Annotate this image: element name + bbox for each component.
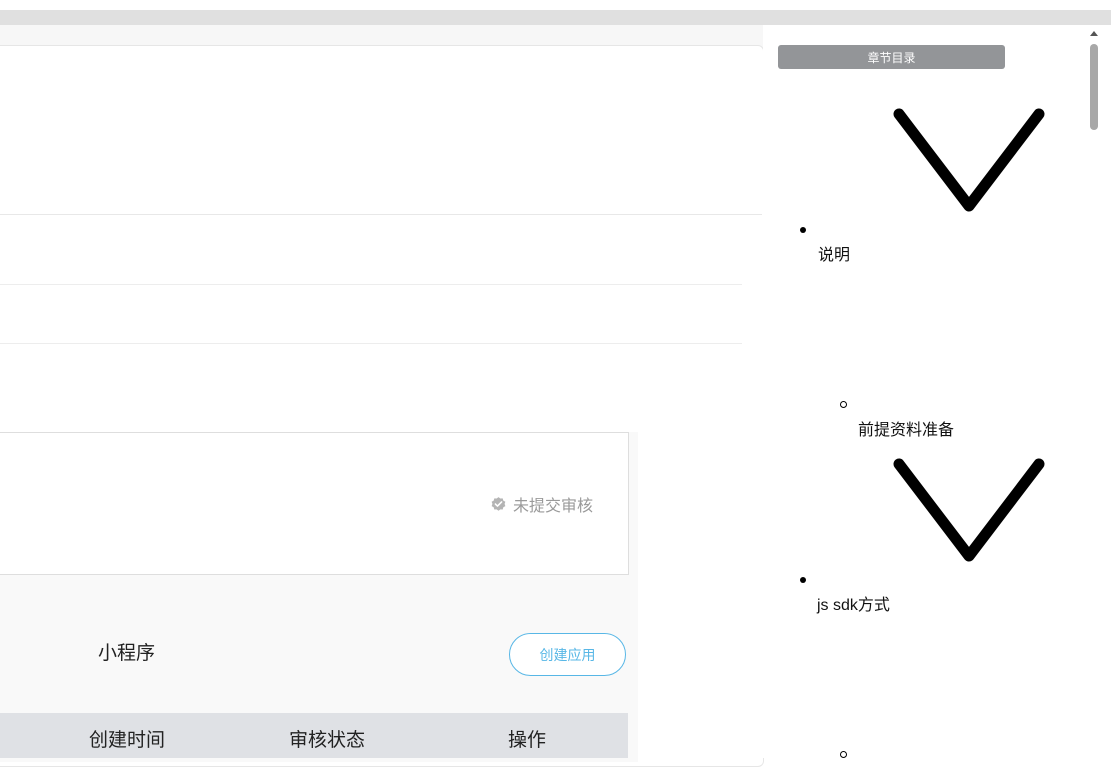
vertical-scrollbar[interactable]	[1086, 25, 1101, 758]
row-divider	[0, 284, 742, 285]
column-header-review-status: 审核状态	[289, 730, 366, 751]
toc-header[interactable]: 章节目录	[778, 45, 1005, 69]
column-header-actions: 操作	[508, 730, 547, 751]
toc-bullet	[800, 577, 806, 583]
column-header-created-time: 创建时间	[89, 730, 166, 751]
card-divider	[0, 214, 762, 215]
browser-top-strip	[0, 10, 1111, 25]
toc-item-description[interactable]: 说明	[818, 241, 850, 265]
row-divider	[0, 343, 742, 344]
toc-item-prerequisites[interactable]: 前提资料准备	[858, 416, 954, 440]
scrollbar-thumb[interactable]	[1090, 44, 1098, 130]
chevron-down-icon[interactable]	[893, 108, 1045, 212]
window-edge	[1101, 25, 1111, 758]
toc-bullet	[800, 227, 806, 233]
toc-sub-bullet	[840, 401, 847, 408]
review-status: 未提交审核	[490, 494, 594, 515]
toc-item-js-sdk[interactable]: js sdk方式	[817, 591, 890, 615]
verified-badge-icon	[491, 496, 506, 511]
create-app-button[interactable]: 创建应用	[509, 633, 626, 676]
review-status-text: 未提交审核	[513, 498, 594, 515]
chevron-down-icon[interactable]	[893, 458, 1045, 562]
toc-sub-bullet	[840, 751, 847, 758]
scroll-up-arrow-icon[interactable]	[1090, 31, 1098, 36]
tab-mini-program[interactable]: 小程序	[98, 638, 155, 665]
